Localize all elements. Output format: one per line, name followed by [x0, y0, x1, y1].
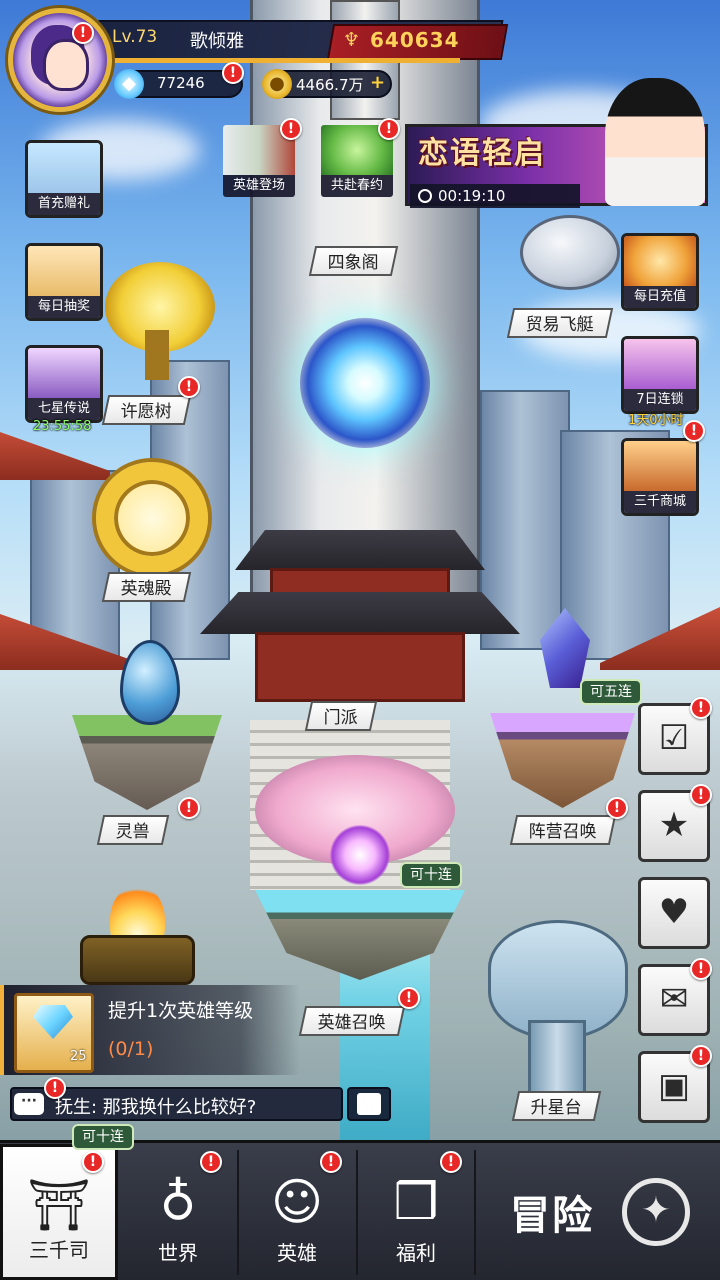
friends-heart-icon: ♥: [658, 892, 690, 932]
hero-soul-ring[interactable]: [96, 462, 208, 574]
heroes-alert-badge: !: [320, 1151, 342, 1173]
temple-roof-lower: [200, 592, 520, 634]
checklist-icon: ☑: [658, 718, 690, 758]
event-label: 七星传说: [28, 398, 100, 420]
event-label: 首充赠礼: [28, 193, 100, 215]
temple-roof-upper: [235, 530, 485, 570]
player-level: Lv.73: [112, 27, 158, 47]
event-label: 每日充值: [624, 286, 696, 308]
brazier: [80, 935, 195, 985]
player-name: 歌倾雅: [190, 31, 244, 52]
event-label: 每日抽奖: [28, 296, 100, 318]
banner-timer: 00:19:10: [410, 184, 580, 208]
avatar-portrait: [43, 39, 89, 91]
quest-progress: (0/1): [108, 1038, 154, 1060]
crest-icon: ♆: [343, 29, 361, 51]
wish-tree-trunk: [145, 330, 169, 380]
nav-heroes-label: 英雄: [277, 1241, 317, 1265]
place-hero-soul[interactable]: 英魂殿: [101, 572, 192, 602]
diamond-amount: 77246: [157, 74, 205, 92]
hero-summon-bubble: 可十连: [400, 862, 462, 888]
podium-star-icon: ★: [658, 805, 690, 845]
welfare-alert-badge: !: [440, 1151, 462, 1173]
planet-icon: ♁: [159, 1173, 197, 1231]
trade-airship[interactable]: [520, 215, 620, 290]
hero-summon-alert-badge: !: [398, 987, 420, 1009]
spirit-beast-alert-badge: !: [178, 797, 200, 819]
camp-summon-island: [490, 713, 635, 808]
sixiang-portal[interactable]: [300, 318, 430, 448]
event-label: 英雄登场: [223, 175, 295, 197]
backpack-alert-badge: !: [690, 1045, 712, 1067]
place-hero-summon[interactable]: 英雄召唤: [298, 1006, 406, 1036]
event-label: 7日连锁: [624, 389, 696, 411]
xp-bar: [100, 58, 460, 63]
palace-icon: ⛩: [27, 1176, 91, 1234]
camp-summon-bubble: 可五连: [580, 679, 642, 705]
sect-temple[interactable]: [255, 632, 465, 702]
nav-welfare-label: 福利: [396, 1241, 436, 1265]
quest-reward-count: 25: [70, 1049, 87, 1064]
tasks-alert-badge: !: [690, 697, 712, 719]
chat-icon: ···: [14, 1093, 44, 1115]
seven-stars-timer: 23:55:58: [33, 419, 92, 434]
nav-adventure-label: 冒险: [510, 1193, 594, 1239]
avatar-alert-badge: !: [72, 22, 94, 44]
place-camp-summon[interactable]: 阵营召唤: [509, 815, 617, 845]
compass-icon: ✦: [622, 1178, 690, 1246]
place-wish-tree[interactable]: 许愿树: [101, 395, 192, 425]
backpack-icon: ▣: [657, 1066, 691, 1106]
mall-alert-badge: !: [683, 420, 705, 442]
event-seven-stars[interactable]: 七星传说: [25, 345, 103, 423]
combat-power: 640634: [370, 28, 460, 52]
event-label: 共赴春约: [321, 175, 393, 197]
spirit-beast-island: [72, 715, 222, 810]
gold-amount: 4466.7万: [296, 76, 364, 94]
place-spirit-beast[interactable]: 灵兽: [96, 815, 170, 845]
place-sixiang[interactable]: 四象阁: [308, 246, 399, 276]
event-daily-draw[interactable]: 每日抽奖: [25, 243, 103, 321]
spring-date-alert-badge: !: [378, 118, 400, 140]
hero-summon-orb[interactable]: [330, 825, 390, 885]
add-gold-icon[interactable]: +: [370, 72, 385, 93]
quest-title: 提升1次英雄等级: [108, 1000, 254, 1022]
world-alert-badge: !: [200, 1151, 222, 1173]
nav-home-label: 三千司: [29, 1238, 89, 1262]
hero-head-icon: ☺: [270, 1173, 324, 1231]
event-7day-chain[interactable]: 7日连锁: [621, 336, 699, 414]
friends-button[interactable]: ♥: [638, 877, 710, 949]
banner-title: 恋语轻启: [418, 136, 546, 171]
star-up-pillar: [528, 1020, 586, 1095]
place-star-up[interactable]: 升星台: [511, 1091, 602, 1121]
event-label: 三千商城: [624, 491, 696, 513]
diamond-alert-badge: !: [222, 62, 244, 84]
chat-message: 抚生: 那我换什么比较好?: [55, 1097, 257, 1118]
place-sect[interactable]: 门派: [304, 701, 378, 731]
diamond-icon: ◆: [114, 69, 144, 99]
hero-debut-alert-badge: !: [280, 118, 302, 140]
wish-tree-alert-badge: !: [178, 376, 200, 398]
hero-summon-island: [255, 890, 465, 980]
event-daily-recharge[interactable]: 每日充值: [621, 233, 699, 311]
emoji-face-icon: [357, 1093, 381, 1115]
7day-chain-timer: 1天0小时: [628, 413, 684, 428]
nav-world-label: 世界: [158, 1241, 198, 1265]
mail-alert-badge: !: [690, 958, 712, 980]
clock-icon: [418, 189, 432, 203]
camp-summon-alert-badge: !: [606, 797, 628, 819]
banner-character: [605, 78, 705, 206]
player-avatar[interactable]: [8, 8, 112, 112]
place-trade-airship[interactable]: 贸易飞艇: [506, 308, 614, 338]
home-alert-badge: !: [82, 1151, 104, 1173]
mail-icon: ✉: [659, 979, 689, 1019]
gift-box-icon: ❒: [393, 1173, 439, 1231]
ranking-alert-badge: !: [690, 784, 712, 806]
event-mall[interactable]: 三千商城: [621, 438, 699, 516]
event-first-recharge[interactable]: 首充赠礼: [25, 140, 103, 218]
coin-icon: ●: [262, 69, 292, 99]
